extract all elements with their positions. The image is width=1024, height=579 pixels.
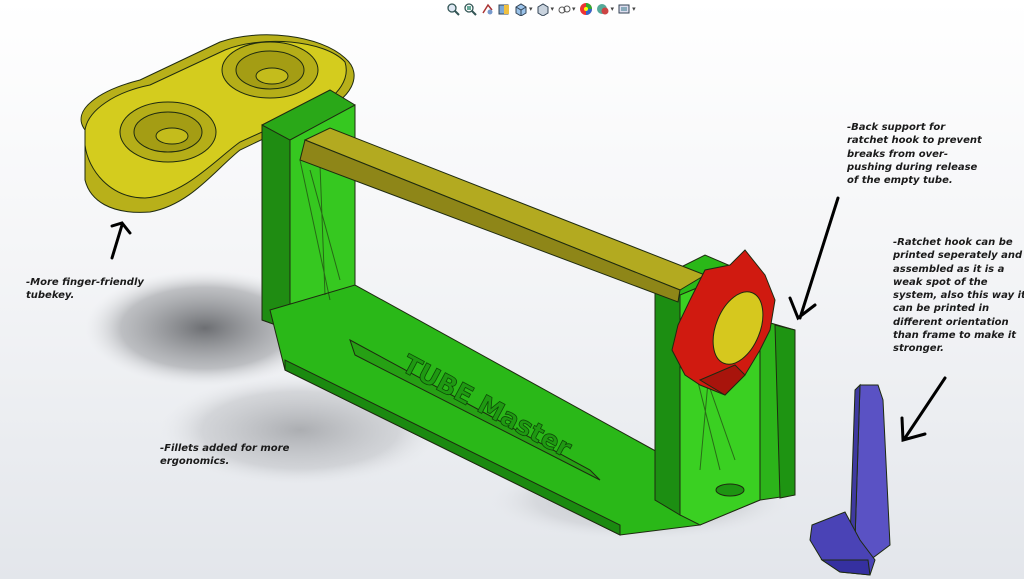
ratchet-hook-part[interactable]: [809, 383, 891, 576]
note-fillets: -Fillets added for more ergonomics.: [160, 443, 290, 468]
note-ratchet-hook: -Ratchet hook can be printed seperately …: [893, 237, 1024, 355]
note-tubekey: -More finger-friendly tubekey.: [26, 277, 144, 302]
arrow-ratchet-hook: [900, 376, 947, 442]
rod-part[interactable]: [299, 127, 707, 303]
arrow-back-support: [788, 196, 840, 321]
model-viewport[interactable]: TUBE Master: [0, 0, 1024, 579]
note-back-support: -Back support for ratchet hook to preven…: [847, 122, 982, 187]
arrow-tubekey: [110, 221, 132, 260]
